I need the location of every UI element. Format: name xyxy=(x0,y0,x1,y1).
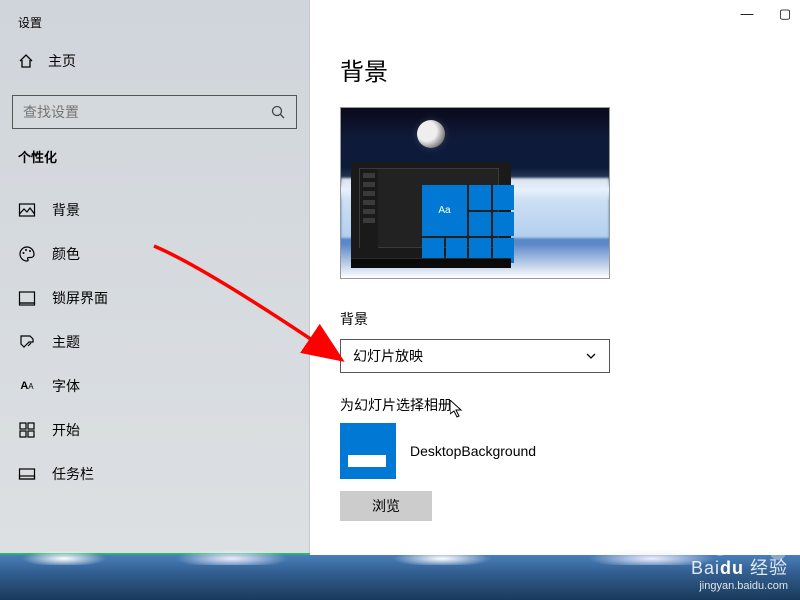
content-area: 背景 Aa 背景 幻灯片放映 为幻灯片选择相册 DesktopBackgroun… xyxy=(310,0,800,555)
home-icon xyxy=(18,53,34,69)
app-title: 设置 xyxy=(0,0,309,41)
album-thumbnail-icon xyxy=(340,423,396,479)
home-label: 主页 xyxy=(48,51,76,71)
nav-label: 颜色 xyxy=(52,244,80,264)
preview-thumbnail: Aa xyxy=(340,107,610,279)
nav-item-fonts[interactable]: AA 字体 xyxy=(0,364,309,408)
palette-icon xyxy=(18,245,36,263)
home-link[interactable]: 主页 xyxy=(0,41,309,81)
picture-icon xyxy=(18,201,36,219)
sidebar: 设置 主页 个性化 背景 颜色 锁屏界面 主题 AA xyxy=(0,0,310,555)
nav-label: 任务栏 xyxy=(52,464,94,484)
page-title: 背景 xyxy=(340,52,770,87)
nav-label: 主题 xyxy=(52,332,80,352)
dropdown-value: 幻灯片放映 xyxy=(353,346,423,366)
nav-label: 锁屏界面 xyxy=(52,288,108,308)
nav-item-start[interactable]: 开始 xyxy=(0,408,309,452)
lockscreen-icon xyxy=(18,289,36,307)
nav-item-themes[interactable]: 主题 xyxy=(0,320,309,364)
browse-button[interactable]: 浏览 xyxy=(340,491,432,521)
nav-label: 开始 xyxy=(52,420,80,440)
search-icon xyxy=(270,104,286,120)
nav-list: 背景 颜色 锁屏界面 主题 AA 字体 开始 任务栏 xyxy=(0,188,309,496)
font-icon: AA xyxy=(18,377,36,395)
nav-label: 背景 xyxy=(52,200,80,220)
start-icon xyxy=(18,421,36,439)
search-field[interactable] xyxy=(23,104,243,120)
nav-label: 字体 xyxy=(52,376,80,396)
nav-item-lockscreen[interactable]: 锁屏界面 xyxy=(0,276,309,320)
mini-desktop: Aa xyxy=(351,162,511,268)
nav-item-background[interactable]: 背景 xyxy=(0,188,309,232)
chevron-down-icon xyxy=(585,350,597,362)
album-section-label: 为幻灯片选择相册 xyxy=(340,395,770,415)
theme-icon xyxy=(18,333,36,351)
background-dropdown[interactable]: 幻灯片放映 xyxy=(340,339,610,373)
bottom-strip xyxy=(0,555,800,600)
nav-item-taskbar[interactable]: 任务栏 xyxy=(0,452,309,496)
nav-item-colors[interactable]: 颜色 xyxy=(0,232,309,276)
search-input[interactable] xyxy=(12,95,297,129)
moon-graphic xyxy=(417,120,445,148)
preview-tile-aa: Aa xyxy=(422,185,467,236)
taskbar-icon xyxy=(18,465,36,483)
album-name: DesktopBackground xyxy=(410,443,536,459)
album-row[interactable]: DesktopBackground xyxy=(340,423,770,479)
background-label: 背景 xyxy=(340,309,770,329)
category-label: 个性化 xyxy=(0,147,309,170)
